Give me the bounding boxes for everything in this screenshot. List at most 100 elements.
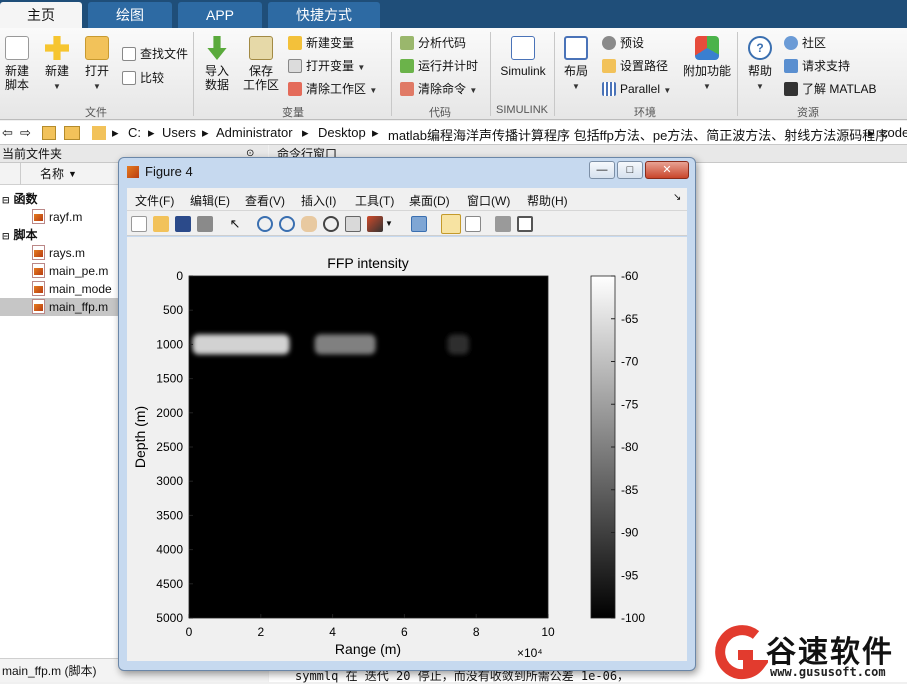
minimize-button[interactable]: — (589, 161, 615, 179)
brush-caret-icon[interactable]: ▼ (385, 216, 393, 232)
menu-dock-icon[interactable]: ↘ (673, 192, 681, 203)
folder-icon (85, 36, 109, 60)
new-variable-label: 新建变量 (306, 36, 355, 50)
clear-workspace-button[interactable]: 清除工作区 ▼ (288, 80, 377, 98)
analyze-code-button[interactable]: 分析代码 (400, 34, 466, 52)
menu-edit[interactable]: 编辑(E) (190, 192, 230, 209)
addons-caret-icon: ▼ (703, 82, 711, 91)
open-button[interactable]: 打开 ▼ (82, 36, 112, 94)
maximize-button[interactable]: □ (617, 161, 643, 179)
list-item[interactable]: rays.m (32, 244, 85, 262)
preferences-button[interactable]: 预设 (602, 34, 644, 52)
menu-insert[interactable]: 插入(I) (301, 192, 336, 209)
crumb-sep-icon: ▸ (148, 125, 155, 140)
find-files-button[interactable]: 查找文件 (122, 45, 188, 63)
new-button[interactable]: 新建 ▼ (42, 36, 72, 94)
parallel-button[interactable]: Parallel ▼ (602, 80, 671, 98)
menu-file[interactable]: 文件(F) (135, 192, 174, 209)
hide-plot-tools-icon[interactable] (495, 216, 511, 232)
link-plot-icon[interactable] (411, 216, 427, 232)
new-script-button[interactable]: 新建 脚本 (2, 36, 32, 92)
menu-help[interactable]: 帮助(H) (527, 192, 568, 209)
insert-legend-icon[interactable] (465, 216, 481, 232)
open-file-icon[interactable] (153, 216, 169, 232)
x-axis-exponent: ×10⁴ (517, 646, 543, 660)
community-button[interactable]: 社区 (784, 34, 826, 52)
figure-window-title: Figure 4 (145, 164, 193, 179)
y-tick-label: 2500 (156, 440, 183, 454)
menu-tools[interactable]: 工具(T) (355, 192, 394, 209)
menu-window[interactable]: 窗口(W) (467, 192, 510, 209)
compare-icon (122, 71, 136, 85)
addons-label: 附加功能 (682, 64, 731, 78)
zoom-out-icon[interactable] (279, 216, 295, 232)
tree-group-scripts[interactable]: ⊟ 脚本 (2, 226, 38, 244)
y-tick-label: 3500 (156, 508, 183, 522)
open-variable-button[interactable]: 打开变量 ▼ (288, 57, 365, 75)
import-data-button[interactable]: 导入 数据 (200, 36, 234, 92)
figure-canvas[interactable]: 0 2 4 6 8 10 0 500 1000 1500 2000 2500 3000 3500 4000 4… (127, 237, 687, 661)
close-button[interactable]: ✕ (645, 161, 689, 179)
clear-commands-button[interactable]: 清除命令 ▼ (400, 80, 477, 98)
colorbar-tick-label: -100 (621, 611, 645, 625)
resources-group-label: 资源 (797, 107, 819, 119)
menu-desktop[interactable]: 桌面(D) (409, 192, 450, 209)
pointer-icon[interactable]: ↖ (227, 216, 243, 232)
new-figure-icon[interactable] (131, 216, 147, 232)
help-button[interactable]: ? 帮助 ▼ (744, 36, 776, 94)
list-item[interactable]: main_mode (32, 280, 112, 298)
new-variable-button[interactable]: 新建变量 (288, 34, 354, 52)
set-path-icon (602, 59, 616, 73)
open-variable-label: 打开变量 (306, 59, 355, 73)
tab-plots[interactable]: 绘图 (88, 2, 172, 28)
learn-matlab-button[interactable]: 了解 MATLAB (784, 80, 876, 98)
intensity-band-1 (314, 334, 376, 355)
tab-home[interactable]: 主页 (0, 2, 82, 28)
learn-matlab-label: 了解 MATLAB (802, 82, 877, 96)
sort-caret-icon: ▼ (68, 169, 77, 179)
breadcrumb-drive[interactable]: C: (128, 125, 141, 140)
breadcrumb-users[interactable]: Users (162, 125, 196, 140)
list-item[interactable]: rayf.m (32, 208, 82, 226)
breadcrumb-desktop[interactable]: Desktop (318, 125, 366, 140)
compare-button[interactable]: 比较 (122, 69, 164, 87)
save-workspace-label: 保存 工作区 (242, 64, 279, 92)
run-and-time-button[interactable]: 运行并计时 (400, 57, 478, 75)
show-plot-tools-icon[interactable] (517, 216, 533, 232)
request-support-button[interactable]: 请求支持 (784, 57, 850, 75)
crumb-sep-icon: ▸ (202, 125, 209, 140)
breadcrumb-project-folder[interactable]: matlab编程海洋声传播计算程序 包括ffp方法、pe方法、简正波方法、射线方… (388, 125, 888, 144)
print-icon[interactable] (197, 216, 213, 232)
browse-folder-icon[interactable] (64, 126, 80, 140)
addons-button[interactable]: 附加功能 ▼ (682, 36, 732, 94)
colorbar-tick-label: -85 (621, 483, 639, 497)
analyze-code-label: 分析代码 (418, 36, 467, 50)
set-path-button[interactable]: 设置路径 (602, 57, 668, 75)
up-folder-icon[interactable] (42, 126, 56, 140)
crumb-sep-icon: ▸ (372, 125, 379, 140)
pan-hand-icon[interactable] (301, 216, 317, 232)
data-cursor-icon[interactable] (345, 216, 361, 232)
collapse-icon: ⊟ (2, 195, 10, 205)
back-arrow-icon[interactable]: ⇦ (2, 125, 13, 141)
save-icon[interactable] (175, 216, 191, 232)
layout-button[interactable]: 布局 ▼ (560, 36, 592, 94)
menu-view[interactable]: 查看(V) (245, 192, 285, 209)
tab-apps[interactable]: APP (178, 2, 262, 28)
zoom-in-icon[interactable] (257, 216, 273, 232)
save-workspace-button[interactable]: 保存 工作区 (242, 36, 280, 92)
simulink-button[interactable]: Simulink (496, 36, 550, 78)
rotate-3d-icon[interactable] (323, 216, 339, 232)
clear-commands-caret-icon: ▼ (469, 86, 478, 95)
list-item[interactable]: main_pe.m (32, 262, 108, 280)
figure-window[interactable]: Figure 4 — □ ✕ 文件(F) 编辑(E) 查看(V) 插入(I) 工… (118, 157, 696, 671)
breadcrumb-code[interactable]: code (881, 125, 907, 140)
breadcrumb-administrator[interactable]: Administrator (216, 125, 293, 140)
tab-shortcuts[interactable]: 快捷方式 (268, 2, 380, 28)
forward-arrow-icon[interactable]: ⇨ (20, 125, 31, 141)
environment-group-label: 环境 (634, 107, 656, 119)
tree-group-functions[interactable]: ⊟ 函数 (2, 190, 38, 208)
brush-icon[interactable] (367, 216, 383, 232)
insert-colorbar-icon[interactable] (441, 214, 461, 234)
request-support-icon (784, 59, 798, 73)
